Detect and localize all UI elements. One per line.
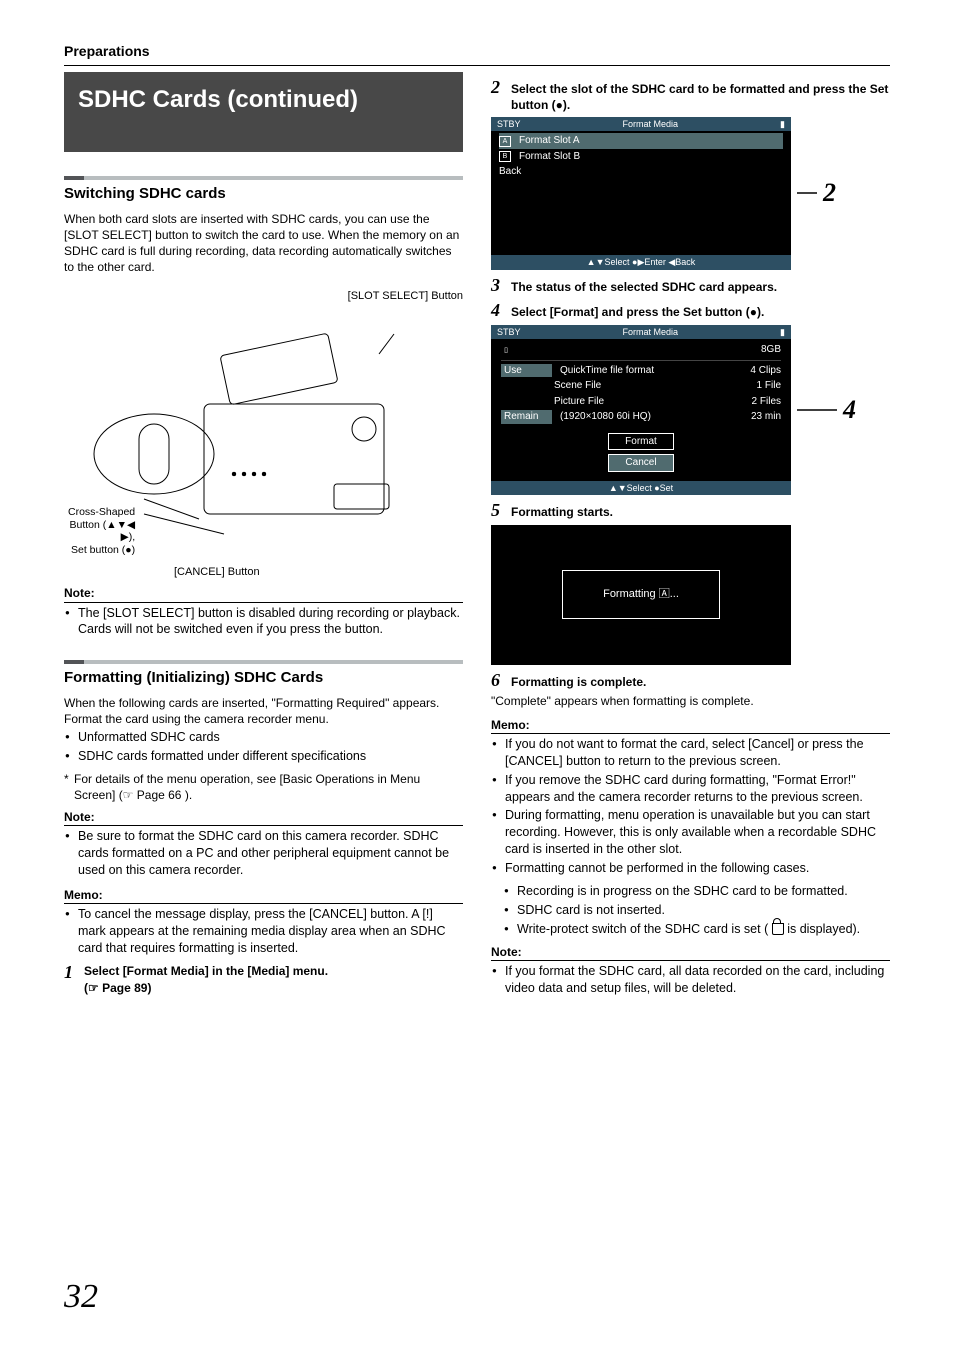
- step-number: 4: [491, 301, 505, 321]
- step-number: 6: [491, 671, 505, 691]
- list-item: SDHC cards formatted under different spe…: [78, 748, 463, 765]
- callout-number: 4: [843, 397, 856, 423]
- diagram-label-top: [SLOT SELECT] Button: [64, 289, 463, 304]
- step: 1 Select [Format Media] in the [Media] m…: [64, 963, 463, 997]
- memo-item: If you do not want to format the card, s…: [505, 736, 890, 770]
- note-rule: [491, 960, 890, 961]
- note-list: The [SLOT SELECT] button is disabled dur…: [64, 605, 463, 639]
- step-text: Select [Format] and press the Set button…: [511, 301, 764, 320]
- bullet-list: Unformatted SDHC cards SDHC cards format…: [64, 729, 463, 765]
- note-item: Be sure to format the SDHC card on this …: [78, 828, 463, 879]
- note-label: Note:: [64, 585, 463, 601]
- diagram-label-bottom: [CANCEL] Button: [174, 565, 463, 580]
- screen-with-callout: STBYFormat Media▮ ▯8GB UseQuickTime file…: [491, 325, 890, 495]
- left-column: SDHC Cards (continued) Switching SDHC ca…: [64, 72, 463, 1003]
- diagram-label-left: Cross-Shaped Button (▲▼◀ ▶), Set button …: [68, 506, 135, 556]
- memo-rule: [64, 903, 463, 904]
- lock-icon: [772, 923, 784, 935]
- memo-subitem: Write-protect switch of the SDHC card is…: [517, 921, 890, 938]
- note-list: Be sure to format the SDHC card on this …: [64, 828, 463, 879]
- step-text: Formatting starts.: [511, 501, 613, 520]
- memo-item: During formatting, menu operation is una…: [505, 807, 890, 858]
- step: 6 Formatting is complete.: [491, 671, 890, 691]
- step-text: Select the slot of the SDHC card to be f…: [511, 78, 890, 113]
- memo-list: To cancel the message display, press the…: [64, 906, 463, 957]
- step-text: Formatting is complete.: [511, 671, 646, 690]
- format-button: Format: [608, 433, 674, 451]
- paragraph: "Complete" appears when formatting is co…: [491, 693, 890, 709]
- memo-label: Memo:: [491, 717, 890, 733]
- memo-sublist: Recording is in progress on the SDHC car…: [503, 883, 890, 938]
- step-number: 2: [491, 78, 505, 98]
- step-number: 3: [491, 276, 505, 296]
- page-number: 32: [64, 1274, 98, 1320]
- screen-formatting: Formatting 🄰...: [491, 525, 890, 665]
- step-number: 1: [64, 963, 78, 983]
- two-column-layout: SDHC Cards (continued) Switching SDHC ca…: [64, 72, 890, 1003]
- note-label: Note:: [491, 944, 890, 960]
- memo-rule: [491, 733, 890, 734]
- step-number: 5: [491, 501, 505, 521]
- memo-item: To cancel the message display, press the…: [78, 906, 463, 957]
- paragraph: When both card slots are inserted with S…: [64, 211, 463, 276]
- page-title: SDHC Cards (continued): [64, 72, 463, 152]
- memo-item: Formatting cannot be performed in the fo…: [505, 860, 890, 877]
- memo-item: If you remove the SDHC card during forma…: [505, 772, 890, 806]
- note-item: If you format the SDHC card, all data re…: [505, 963, 890, 997]
- memo-subitem: Recording is in progress on the SDHC car…: [517, 883, 890, 900]
- memo-subitem: SDHC card is not inserted.: [517, 902, 890, 919]
- menu-screen-1: STBYFormat Media▮ AFormat Slot A BFormat…: [491, 117, 791, 269]
- list-item: Unformatted SDHC cards: [78, 729, 463, 746]
- section-rule: [64, 660, 463, 664]
- memo-list: If you do not want to format the card, s…: [491, 736, 890, 877]
- note-rule: [64, 602, 463, 603]
- step: 5 Formatting starts.: [491, 501, 890, 521]
- step-ref: (☞ Page 89): [84, 978, 151, 995]
- right-column: 2 Select the slot of the SDHC card to be…: [491, 72, 890, 1003]
- screen-with-callout: STBYFormat Media▮ AFormat Slot A BFormat…: [491, 117, 890, 269]
- paragraph: When the following cards are inserted, "…: [64, 695, 463, 727]
- cancel-button: Cancel: [608, 454, 673, 472]
- footnote: For details of the menu operation, see […: [64, 771, 463, 803]
- menu-screen-2: STBYFormat Media▮ ▯8GB UseQuickTime file…: [491, 325, 791, 495]
- note-label: Note:: [64, 809, 463, 825]
- section-heading: Formatting (Initializing) SDHC Cards: [64, 668, 463, 688]
- step-text: The status of the selected SDHC card app…: [511, 276, 777, 295]
- step: 2 Select the slot of the SDHC card to be…: [491, 78, 890, 113]
- step-text: Select [Format Media] in the [Media] men…: [84, 961, 328, 978]
- callout-line: [797, 404, 837, 416]
- callout-number: 2: [823, 180, 836, 206]
- callout-line: [797, 187, 817, 199]
- formatting-screen: Formatting 🄰...: [491, 525, 791, 665]
- note-rule: [64, 825, 463, 826]
- note-list: If you format the SDHC card, all data re…: [491, 963, 890, 997]
- section-header: Preparations: [64, 42, 890, 66]
- step: 4 Select [Format] and press the Set butt…: [491, 301, 890, 321]
- section-heading: Switching SDHC cards: [64, 184, 463, 204]
- note-item: The [SLOT SELECT] button is disabled dur…: [78, 605, 463, 639]
- section-rule: [64, 176, 463, 180]
- memo-label: Memo:: [64, 887, 463, 903]
- page: Preparations SDHC Cards (continued) Swit…: [0, 0, 954, 1350]
- step: 3 The status of the selected SDHC card a…: [491, 276, 890, 296]
